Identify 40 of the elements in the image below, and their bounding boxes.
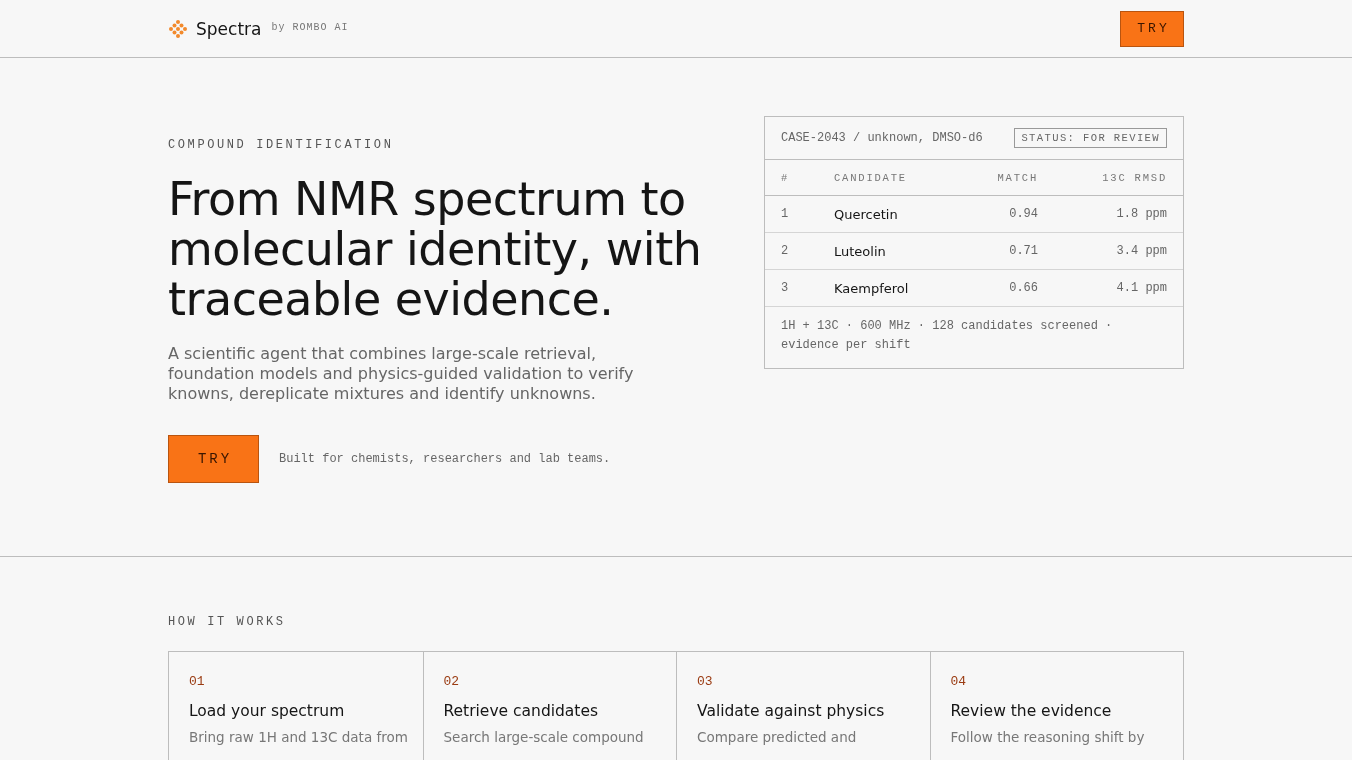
description: A scientific agent that combines large-scale retrieval, foundation models and physics-guided validation to verify knowns, dereplicate mixtures and identify unknowns. bbox=[168, 344, 635, 404]
column-header: # bbox=[781, 171, 791, 184]
rank-cell-text: 3 bbox=[781, 281, 790, 295]
rmsd-cell-text: 1.8 ppm bbox=[1115, 207, 1167, 221]
step-title: Retrieve candidates bbox=[443, 702, 600, 720]
step-text: Compare predicted and bbox=[697, 729, 858, 745]
step-text: Search large-scale compound bbox=[443, 729, 645, 745]
step-title: Load your spectrum bbox=[189, 702, 346, 720]
column-header: 13C RMSD bbox=[1101, 171, 1167, 184]
step-title: Validate against physics bbox=[697, 702, 886, 720]
brand-name: Spectra bbox=[196, 18, 262, 39]
match-cell-text: 0.71 bbox=[1008, 244, 1038, 258]
step-number: 02 bbox=[443, 674, 461, 689]
match-cell-text: 0.94 bbox=[1008, 207, 1038, 221]
rmsd-cell-text: 3.4 ppm bbox=[1115, 244, 1167, 258]
step-title: Review the evidence bbox=[950, 702, 1113, 720]
candidate-cell-text: Kaempferol bbox=[834, 280, 910, 296]
step-number: 01 bbox=[189, 674, 206, 689]
eyebrow-label: COMPOUND IDENTIFICATION bbox=[168, 138, 395, 152]
step-text: Follow the reasoning shift by bbox=[950, 729, 1146, 745]
audience-note: Built for chemists, researchers and lab teams. bbox=[279, 452, 611, 466]
headline: From NMR spectrum to molecular identity, with traceable evidence. bbox=[168, 174, 703, 324]
logo-icon bbox=[168, 18, 188, 39]
candidate-cell-text: Quercetin bbox=[834, 206, 899, 222]
candidate-cell-text: Luteolin bbox=[834, 243, 887, 259]
case-title: CASE-2043 / unknown, DMSO-d6 bbox=[781, 131, 983, 145]
try-button[interactable]: TRY bbox=[168, 435, 259, 483]
step-number: 03 bbox=[697, 674, 714, 689]
try-button[interactable]: TRY bbox=[1120, 10, 1184, 47]
case-summary: 1H + 13C · 600 MHz · 128 candidates screened · evidence per shift bbox=[780, 318, 1114, 354]
column-header: CANDIDATE bbox=[834, 171, 908, 184]
column-header: MATCH bbox=[996, 171, 1038, 184]
step-number: 04 bbox=[950, 674, 968, 689]
rank-cell-text: 2 bbox=[781, 244, 790, 258]
byline: by ROMBO AI bbox=[271, 22, 349, 33]
rank-cell-text: 1 bbox=[781, 207, 790, 221]
match-cell-text: 0.66 bbox=[1008, 281, 1038, 295]
section-heading: HOW IT WORKS bbox=[168, 615, 287, 629]
rmsd-cell-text: 4.1 ppm bbox=[1115, 281, 1167, 295]
status-badge: STATUS: FOR REVIEW bbox=[1014, 128, 1167, 148]
